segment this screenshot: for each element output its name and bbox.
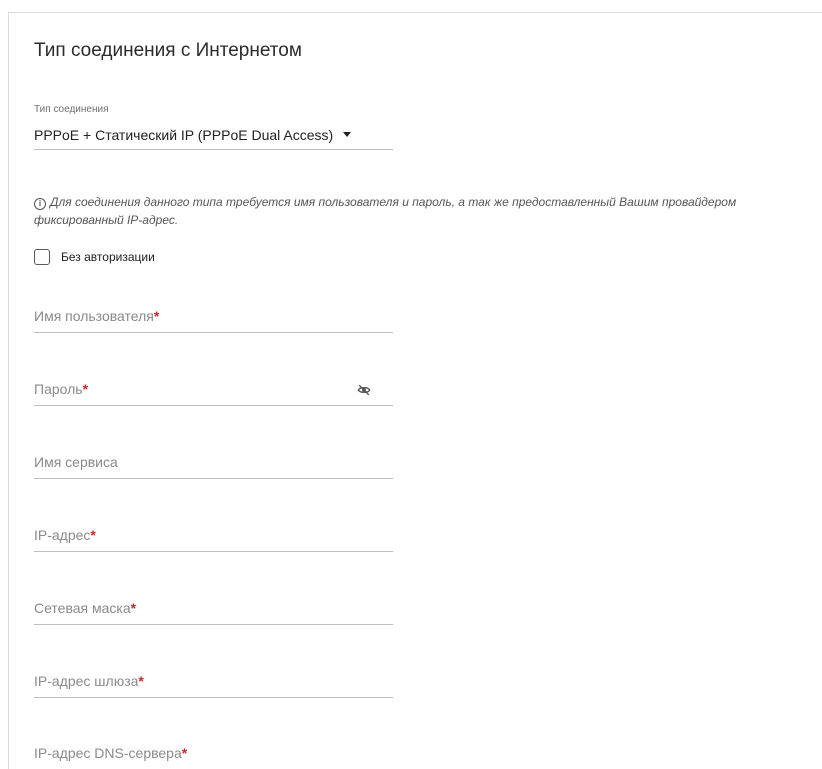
info-text: Для соединения данного типа требуется им… — [34, 195, 737, 227]
connection-type-caption: Тип соединения — [34, 104, 109, 115]
connection-type-value: PPPoE + Статический IP (PPPoE Dual Acces… — [34, 126, 334, 143]
no-auth-checkbox-row[interactable]: Без авторизации — [34, 249, 155, 265]
connection-type-select[interactable]: PPPoE + Статический IP (PPPoE Dual Acces… — [34, 120, 393, 150]
ip-address-field[interactable]: IP-адрес* — [34, 521, 393, 552]
dns-field[interactable]: IP-адрес DNS-сервера* — [34, 739, 393, 769]
service-name-field[interactable]: Имя сервиса — [34, 448, 393, 479]
netmask-field[interactable]: Сетевая маска* — [34, 594, 393, 625]
ip-address-input[interactable] — [34, 521, 354, 549]
service-name-input[interactable] — [34, 448, 354, 476]
netmask-input[interactable] — [34, 594, 354, 622]
password-input[interactable] — [34, 375, 354, 403]
no-auth-label: Без авторизации — [61, 250, 155, 264]
internet-connection-page: Тип соединения с Интернетом Тип соединен… — [0, 0, 822, 769]
gateway-field[interactable]: IP-адрес шлюза* — [34, 667, 393, 698]
username-field[interactable]: Имя пользователя* — [34, 302, 393, 333]
eye-off-icon[interactable] — [357, 383, 371, 397]
panel-left-border — [8, 12, 9, 769]
info-message: i Для соединения данного типа требуется и… — [34, 193, 794, 229]
section-title: Тип соединения с Интернетом — [34, 40, 302, 61]
chevron-down-icon — [343, 132, 352, 137]
password-field[interactable]: Пароль* — [34, 375, 393, 406]
gateway-input[interactable] — [34, 667, 354, 695]
info-icon: i — [34, 198, 46, 210]
dns-input[interactable] — [34, 739, 354, 767]
panel-top-border — [8, 12, 822, 13]
username-input[interactable] — [34, 302, 354, 330]
no-auth-checkbox[interactable] — [34, 249, 50, 265]
